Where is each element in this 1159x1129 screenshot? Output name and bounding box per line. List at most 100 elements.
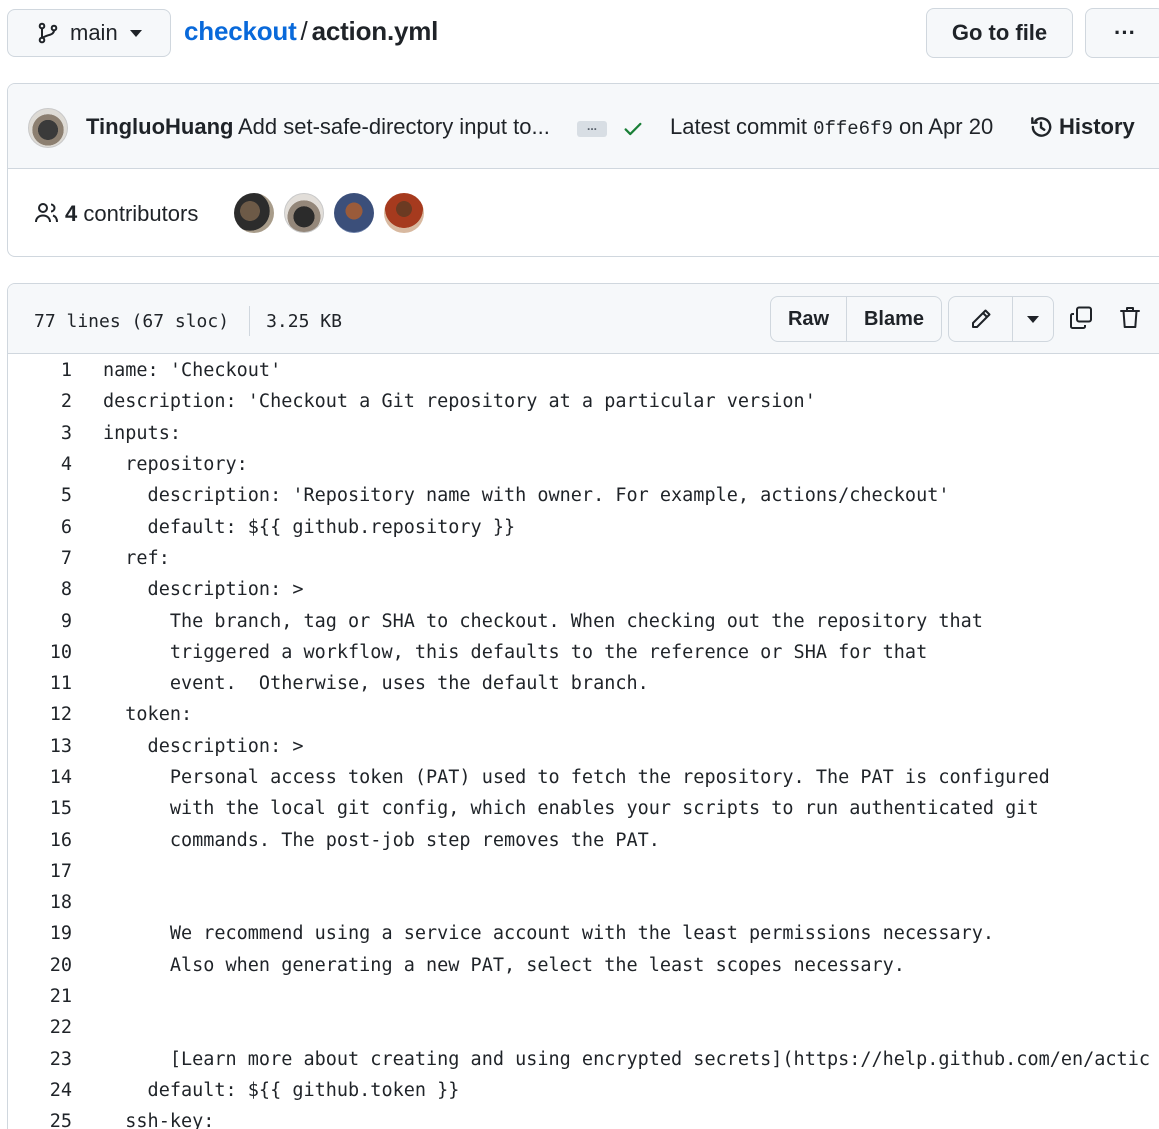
latest-commit-label: Latest commit <box>670 114 807 139</box>
edit-dropdown-button[interactable] <box>1013 297 1053 341</box>
code-line: 15 with the local git config, which enab… <box>8 793 1159 824</box>
code-text: inputs: <box>103 422 181 444</box>
line-number[interactable]: 9 <box>8 611 72 632</box>
expand-commit-message-button[interactable]: ... <box>577 120 607 137</box>
code-line: 10 triggered a workflow, this defaults t… <box>8 637 1159 668</box>
line-number[interactable]: 20 <box>8 955 72 976</box>
breadcrumb: checkout / action.yml <box>184 16 438 47</box>
line-number[interactable]: 12 <box>8 704 72 725</box>
code-line: 4 repository: <box>8 449 1159 480</box>
trash-icon[interactable] <box>1118 305 1142 331</box>
branch-select-button[interactable]: main <box>7 9 171 57</box>
code-line: 7 ref: <box>8 543 1159 574</box>
line-number[interactable]: 6 <box>8 517 72 538</box>
code-text: description: > <box>103 735 304 757</box>
chevron-down-icon <box>129 29 142 37</box>
raw-button[interactable]: Raw <box>771 297 847 341</box>
pencil-icon <box>971 309 990 328</box>
divider <box>249 306 251 336</box>
line-number[interactable]: 19 <box>8 923 72 944</box>
copy-icon[interactable] <box>1068 305 1094 331</box>
code-line: 1 name: 'Checkout' <box>8 355 1159 386</box>
line-number[interactable]: 23 <box>8 1049 72 1070</box>
more-options-button[interactable]: ··· <box>1085 8 1159 58</box>
code-text: description: 'Checkout a Git repository … <box>103 391 816 413</box>
contributor-avatar[interactable] <box>334 193 374 233</box>
line-number[interactable]: 25 <box>8 1111 72 1129</box>
line-number[interactable]: 7 <box>8 548 72 569</box>
code-text: name: 'Checkout' <box>103 360 282 382</box>
contributors-row: 4 contributors <box>8 169 1159 256</box>
line-number[interactable]: 21 <box>8 986 72 1007</box>
line-number[interactable]: 15 <box>8 798 72 819</box>
code-body: 1 name: 'Checkout' 2 description: 'Checkout… <box>8 354 1159 1129</box>
commit-box: TingluoHuang Add set-safe-directory inpu… <box>7 83 1159 257</box>
contributors-label: contributors <box>83 201 199 226</box>
code-line: 17 <box>8 856 1159 887</box>
code-line: 18 <box>8 887 1159 918</box>
code-text: We recommend using a service account wit… <box>103 923 995 945</box>
contributors-count[interactable]: 4 contributors <box>65 201 198 227</box>
file-meta: 77 lines (67 sloc) 3.25 KB <box>34 306 342 336</box>
raw-blame-group: Raw Blame <box>770 296 942 342</box>
check-icon[interactable] <box>622 118 644 140</box>
code-line: 16 commands. The post-job step removes t… <box>8 824 1159 855</box>
contributor-avatar[interactable] <box>384 193 424 233</box>
line-number[interactable]: 2 <box>8 391 72 412</box>
commit-author[interactable]: TingluoHuang <box>86 114 233 140</box>
line-number[interactable]: 22 <box>8 1017 72 1038</box>
commit-sha-link[interactable]: 0ffe6f9 <box>813 118 893 140</box>
code-line: 14 Personal access token (PAT) used to f… <box>8 762 1159 793</box>
code-text: description: > <box>103 579 304 601</box>
history-link[interactable]: History <box>1028 114 1135 140</box>
code-text: Also when generating a new PAT, select t… <box>103 954 905 976</box>
line-number[interactable]: 5 <box>8 485 72 506</box>
commit-date: on Apr 20 <box>899 114 994 139</box>
line-number[interactable]: 8 <box>8 579 72 600</box>
line-number[interactable]: 4 <box>8 454 72 475</box>
code-line: 24 default: ${{ github.token }} <box>8 1075 1159 1106</box>
top-bar: main checkout / action.yml Go to file ··· <box>0 0 1159 70</box>
code-text: repository: <box>103 454 248 476</box>
line-number[interactable]: 1 <box>8 360 72 381</box>
code-line: 23 [Learn more about creating and using … <box>8 1044 1159 1075</box>
code-line: 9 The branch, tag or SHA to checkout. Wh… <box>8 605 1159 636</box>
line-number[interactable]: 13 <box>8 736 72 757</box>
go-to-file-button[interactable]: Go to file <box>926 8 1073 58</box>
author-avatar[interactable] <box>28 108 68 148</box>
code-text: The branch, tag or SHA to checkout. When… <box>103 610 983 632</box>
blame-button[interactable]: Blame <box>847 297 941 341</box>
contributor-avatar[interactable] <box>284 193 324 233</box>
line-number[interactable]: 10 <box>8 642 72 663</box>
git-branch-icon <box>38 22 58 44</box>
file-viewer: 77 lines (67 sloc) 3.25 KB Raw Blame 1 na… <box>7 283 1159 1129</box>
line-number[interactable]: 24 <box>8 1080 72 1101</box>
code-line: 6 default: ${{ github.repository }} <box>8 511 1159 542</box>
repo-link[interactable]: checkout <box>184 16 297 46</box>
history-icon <box>1031 117 1052 137</box>
code-line: 22 <box>8 1012 1159 1043</box>
chevron-down-icon <box>1027 315 1039 323</box>
code-text: default: ${{ github.repository }} <box>103 516 516 538</box>
line-number[interactable]: 16 <box>8 830 72 851</box>
code-text: token: <box>103 704 193 726</box>
code-line: 11 event. Otherwise, uses the default br… <box>8 668 1159 699</box>
code-text: [Learn more about creating and using enc… <box>103 1048 1150 1070</box>
branch-name: main <box>70 20 118 45</box>
code-text: ssh-key: <box>103 1111 215 1129</box>
code-text: default: ${{ github.token }} <box>103 1079 460 1101</box>
code-line: 21 <box>8 981 1159 1012</box>
code-text: Personal access token (PAT) used to fetc… <box>103 767 1050 788</box>
line-number[interactable]: 3 <box>8 423 72 444</box>
code-text: ref: <box>103 547 170 569</box>
commit-message[interactable]: Add set-safe-directory input to... <box>238 114 550 140</box>
contributor-avatar[interactable] <box>234 193 274 233</box>
code-line: 13 description: > <box>8 731 1159 762</box>
line-number[interactable]: 18 <box>8 892 72 913</box>
line-number[interactable]: 14 <box>8 767 72 788</box>
edit-file-button[interactable] <box>949 297 1013 341</box>
line-number[interactable]: 11 <box>8 673 72 694</box>
path-separator: / <box>300 16 308 46</box>
code-text: description: 'Repository name with owner… <box>103 485 950 507</box>
line-number[interactable]: 17 <box>8 861 72 882</box>
